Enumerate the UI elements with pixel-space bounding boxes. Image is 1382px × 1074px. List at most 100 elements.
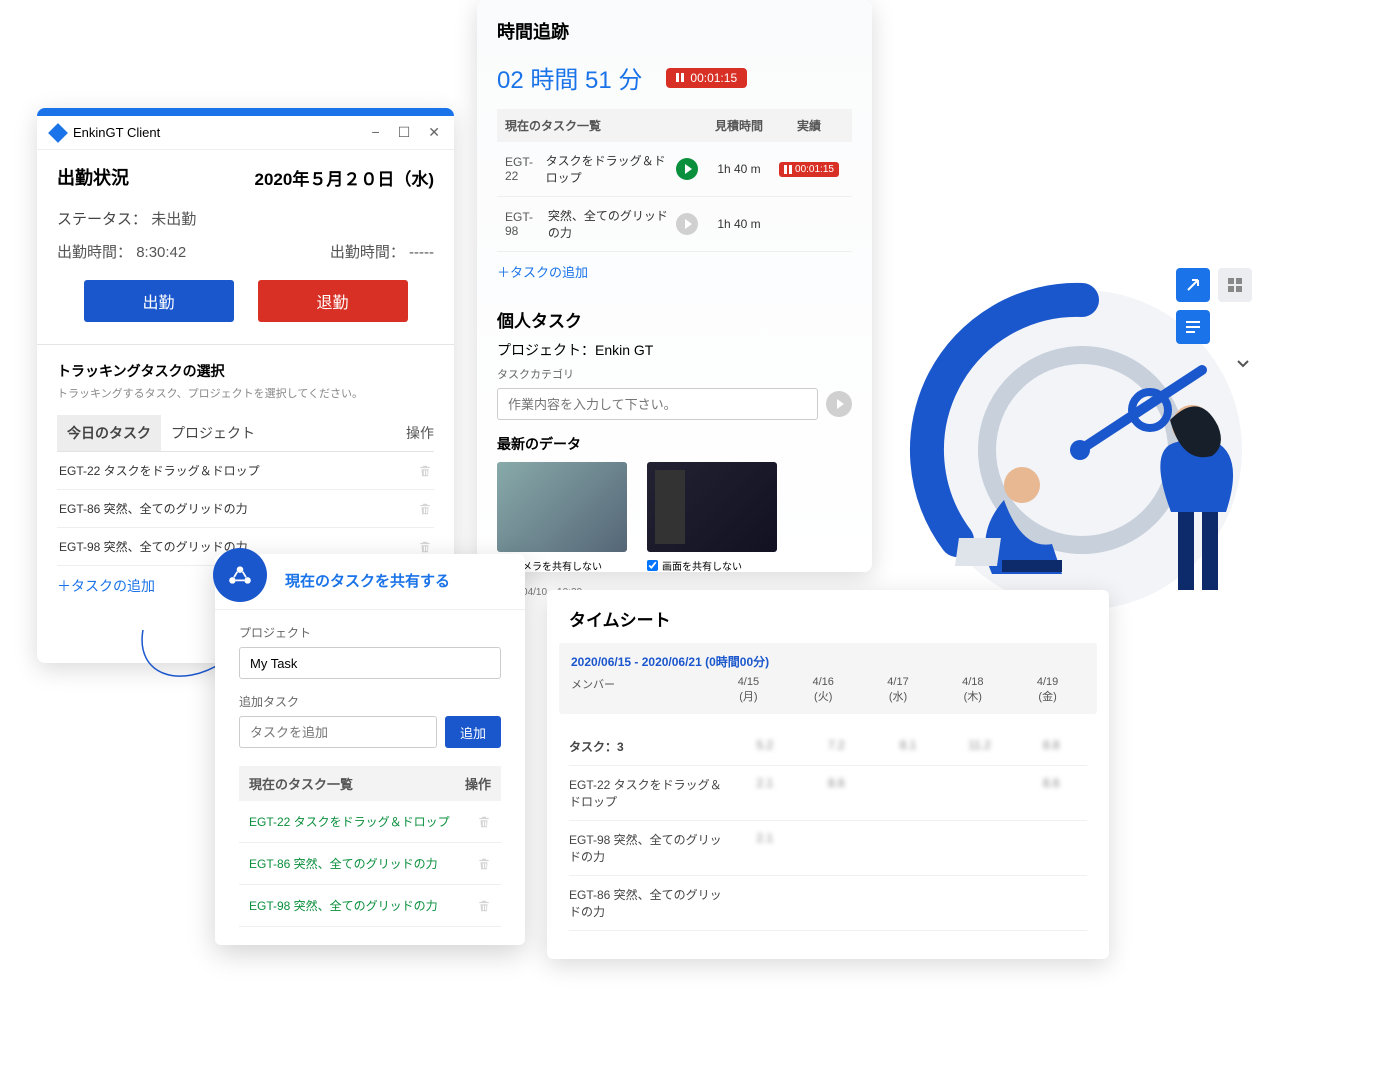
camera-share-label: カメラを共有しない bbox=[512, 558, 602, 573]
tool-arrow-button[interactable] bbox=[1176, 268, 1210, 302]
time-tracking-panel: 時間追跡 02 時間 51 分 00:01:15 現在のタスク一覧 見積時間 実… bbox=[477, 0, 872, 572]
tracking-row: EGT-98突然、全てのグリッドの力1h 40 m bbox=[497, 197, 852, 252]
timesheet-panel: タイムシート 2020/06/15 - 2020/06/21 (0時間00分) … bbox=[547, 590, 1109, 959]
checkin-button[interactable]: 出勤 bbox=[84, 280, 234, 322]
popup-addtask-label: 追加タスク bbox=[239, 693, 501, 710]
timesheet-row: EGT-22 タスクをドラッグ＆ドロップ2.18.68.6 bbox=[569, 766, 1087, 821]
project-line: プロジェクト：Enkin GT bbox=[497, 340, 852, 360]
task-content-input[interactable] bbox=[497, 388, 818, 420]
member-column-label: メンバー bbox=[571, 676, 711, 704]
popup-addtask-input[interactable] bbox=[239, 716, 437, 748]
task-label: EGT-98 突然、全てのグリッドの力 bbox=[59, 538, 248, 555]
screen-checkbox-input[interactable] bbox=[647, 560, 658, 571]
popup-task-row[interactable]: EGT-98 突然、全てのグリッドの力 bbox=[239, 885, 501, 927]
pause-icon bbox=[676, 73, 684, 82]
chevron-down-icon[interactable] bbox=[1234, 354, 1252, 377]
window-titlebar: EnkinGT Client − ☐ ✕ bbox=[37, 116, 454, 150]
popup-list-title: 現在のタスク一覧 bbox=[249, 774, 353, 793]
timesheet-cell bbox=[944, 831, 1016, 865]
popup-task-label: EGT-22 タスクをドラッグ＆ドロップ bbox=[249, 813, 450, 830]
window-minimize-button[interactable]: − bbox=[372, 124, 380, 141]
share-tasks-popup: 現在のタスクを共有する プロジェクト 追加タスク 追加 現在のタスク一覧 操作 … bbox=[215, 554, 525, 945]
task-row[interactable]: EGT-86 突然、全てのグリッドの力 bbox=[57, 490, 434, 528]
tab-today-tasks[interactable]: 今日のタスク bbox=[57, 415, 161, 451]
window-accent-bar bbox=[37, 108, 454, 116]
elapsed-time: 02 時間 51 分 bbox=[497, 60, 642, 95]
timesheet-cell: 2.1 bbox=[729, 831, 801, 865]
total-cell: 5.2 bbox=[729, 738, 801, 755]
timesheet-row: EGT-86 突然、全てのグリッドの力 bbox=[569, 876, 1087, 931]
timesheet-cell bbox=[872, 831, 944, 865]
window-close-button[interactable]: ✕ bbox=[428, 124, 440, 141]
timesheet-heading: タイムシート bbox=[569, 606, 1087, 631]
app-title: EnkinGT Client bbox=[73, 125, 160, 140]
play-button[interactable] bbox=[676, 213, 698, 235]
day-column: 4/15(月) bbox=[711, 676, 786, 704]
tool-lines-button[interactable] bbox=[1176, 310, 1210, 344]
timesheet-task-label: EGT-86 突然、全てのグリッドの力 bbox=[569, 886, 729, 920]
col-task-name: 現在のタスク一覧 bbox=[505, 117, 704, 134]
arrow-icon bbox=[1185, 277, 1201, 293]
window-maximize-button[interactable]: ☐ bbox=[398, 124, 411, 141]
play-button[interactable] bbox=[676, 158, 698, 180]
popup-title: 現在のタスクを共有する bbox=[215, 554, 525, 610]
timer-value: 00:01:15 bbox=[690, 71, 737, 85]
camera-thumbnail[interactable] bbox=[497, 462, 627, 552]
play-icon bbox=[685, 219, 692, 229]
estimate-cell: 1h 40 m bbox=[704, 217, 774, 231]
popup-task-row[interactable]: EGT-22 タスクをドラッグ＆ドロップ bbox=[239, 801, 501, 843]
timesheet-cell: 8.6 bbox=[801, 776, 873, 810]
col-actual: 実績 bbox=[774, 117, 844, 134]
trash-icon[interactable] bbox=[418, 540, 432, 554]
day-column: 4/16(火) bbox=[786, 676, 861, 704]
app-logo-icon bbox=[48, 123, 68, 143]
screen-thumbnail[interactable] bbox=[647, 462, 777, 552]
popup-project-label: プロジェクト bbox=[239, 624, 501, 641]
timesheet-cell bbox=[944, 776, 1016, 810]
tracking-add-task[interactable]: ＋タスクの追加 bbox=[497, 252, 852, 291]
timesheet-cell: 2.1 bbox=[729, 776, 801, 810]
timesheet-cell bbox=[872, 886, 944, 920]
tab-project[interactable]: プロジェクト bbox=[161, 415, 265, 451]
popup-task-label: EGT-98 突然、全てのグリッドの力 bbox=[249, 897, 438, 914]
play-icon bbox=[685, 164, 692, 174]
popup-project-input[interactable] bbox=[239, 647, 501, 679]
checkout-button[interactable]: 退勤 bbox=[258, 280, 408, 322]
submit-task-button[interactable] bbox=[826, 391, 852, 417]
status-label: ステータス： bbox=[57, 211, 147, 228]
popup-add-button[interactable]: 追加 bbox=[445, 716, 501, 748]
latest-data-heading: 最新のデータ bbox=[497, 434, 852, 454]
timesheet-cell bbox=[729, 886, 801, 920]
tracking-heading: 時間追跡 bbox=[497, 18, 852, 44]
attendance-date: 2020年５月２０日（水) bbox=[255, 165, 434, 190]
timer-badge[interactable]: 00:01:15 bbox=[666, 68, 747, 88]
checkin-value: 8:30:42 bbox=[136, 244, 186, 261]
timesheet-cell bbox=[801, 831, 873, 865]
estimate-cell: 1h 40 m bbox=[704, 162, 774, 176]
checkin-label: 出勤時間： bbox=[57, 244, 132, 261]
trash-icon[interactable] bbox=[477, 899, 491, 913]
play-icon bbox=[837, 399, 844, 409]
status-value: 未出勤 bbox=[151, 211, 196, 228]
checkout-label: 出勤時間： bbox=[330, 244, 405, 261]
trash-icon[interactable] bbox=[418, 464, 432, 478]
status-row: ステータス： 未出勤 bbox=[57, 208, 434, 229]
total-cell: 11.2 bbox=[944, 738, 1016, 755]
row-timer-badge[interactable]: 00:01:15 bbox=[779, 162, 839, 177]
trash-icon[interactable] bbox=[477, 857, 491, 871]
task-name: タスクをドラッグ＆ドロップ bbox=[546, 152, 676, 186]
trash-icon[interactable] bbox=[418, 502, 432, 516]
total-cell: 7.2 bbox=[801, 738, 873, 755]
timesheet-row: EGT-98 突然、全てのグリッドの力2.1 bbox=[569, 821, 1087, 876]
screen-share-checkbox[interactable]: 画面を共有しない bbox=[647, 558, 777, 573]
tool-grid-button[interactable] bbox=[1218, 268, 1252, 302]
trash-icon[interactable] bbox=[477, 815, 491, 829]
popup-task-row[interactable]: EGT-86 突然、全てのグリッドの力 bbox=[239, 843, 501, 885]
task-label: EGT-86 突然、全てのグリッドの力 bbox=[59, 500, 248, 517]
timesheet-cell bbox=[1015, 831, 1087, 865]
screen-share-label: 画面を共有しない bbox=[662, 558, 742, 573]
timesheet-task-label: EGT-22 タスクをドラッグ＆ドロップ bbox=[569, 776, 729, 810]
column-ops-label: 操作 bbox=[406, 423, 434, 443]
timesheet-cell bbox=[872, 776, 944, 810]
task-row[interactable]: EGT-22 タスクをドラッグ＆ドロップ bbox=[57, 452, 434, 490]
